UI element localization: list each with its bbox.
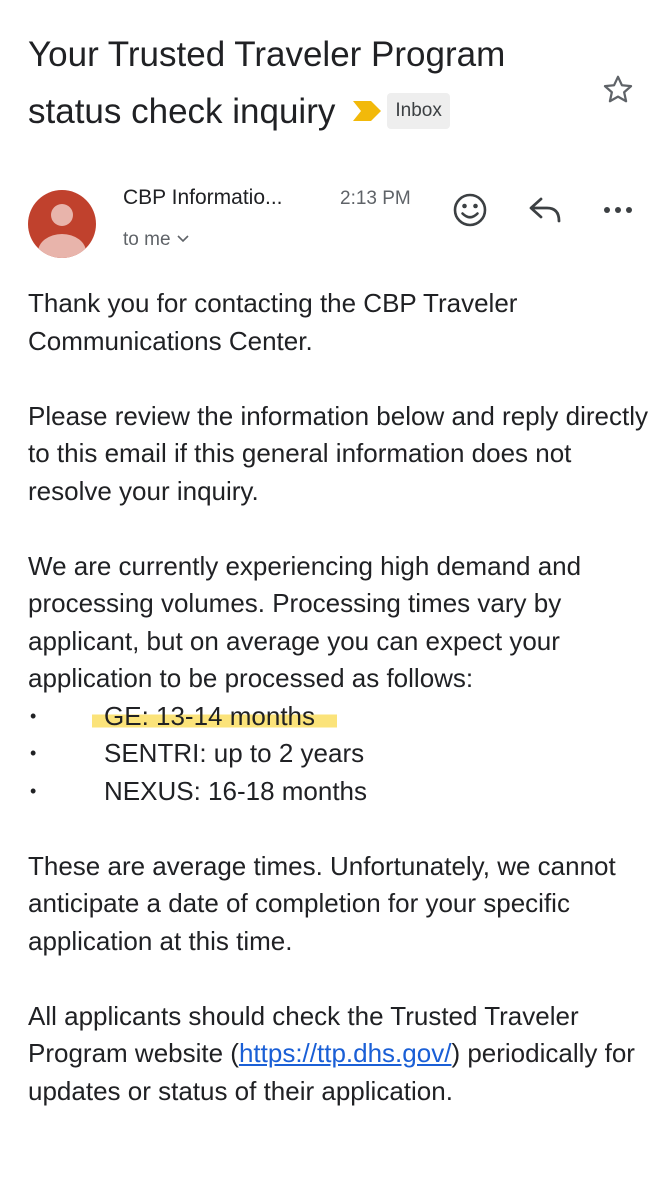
more-options-icon[interactable] bbox=[600, 197, 636, 223]
emoji-reaction-icon[interactable] bbox=[450, 190, 490, 230]
email-time: 2:13 PM bbox=[340, 188, 411, 209]
body-paragraph: Thank you for contacting the CBP Travele… bbox=[28, 288, 518, 356]
body-paragraph: These are average times. Unfortunately, … bbox=[28, 850, 616, 956]
bullet-glyph: • bbox=[30, 705, 37, 726]
processing-times-list: • GE: 13-14 months • SENTRI: up to 2 years… bbox=[28, 698, 648, 811]
sender-avatar[interactable] bbox=[28, 190, 96, 258]
ttp-website-link[interactable]: https://ttp.dhs.gov/ bbox=[239, 1038, 451, 1068]
inbox-label-chip[interactable]: Inbox bbox=[387, 92, 450, 129]
email-body: Thank you for contacting the CBP Travele… bbox=[28, 285, 648, 1148]
sender-name[interactable]: CBP Informatio... bbox=[123, 186, 283, 210]
body-paragraph: We are currently experiencing high deman… bbox=[28, 550, 582, 694]
email-subject: Your Trusted Traveler Program status che… bbox=[28, 26, 608, 140]
bullet-glyph: • bbox=[30, 780, 37, 801]
star-icon[interactable] bbox=[600, 72, 636, 108]
chevron-down-icon bbox=[176, 230, 189, 246]
avatar-person-icon bbox=[38, 204, 86, 258]
list-item-text: SENTRI: up to 2 years bbox=[104, 738, 365, 768]
list-item: • SENTRI: up to 2 years bbox=[28, 735, 648, 773]
list-item: • GE: 13-14 months bbox=[28, 698, 648, 736]
highlighted-text: GE: 13-14 months bbox=[92, 700, 337, 731]
importance-marker-icon[interactable] bbox=[353, 100, 382, 121]
recipient-text: to me bbox=[123, 229, 171, 250]
list-item-text: NEXUS: 16-18 months bbox=[104, 775, 368, 806]
body-paragraph: Please review the information below and … bbox=[28, 400, 648, 506]
reply-icon[interactable] bbox=[525, 193, 565, 227]
body-paragraph-with-link: All applicants should check the Trusted … bbox=[28, 998, 648, 1111]
recipient-details-toggle[interactable]: to me bbox=[123, 229, 189, 251]
bullet-glyph: • bbox=[30, 743, 37, 763]
list-item: • NEXUS: 16-18 months bbox=[28, 773, 648, 811]
